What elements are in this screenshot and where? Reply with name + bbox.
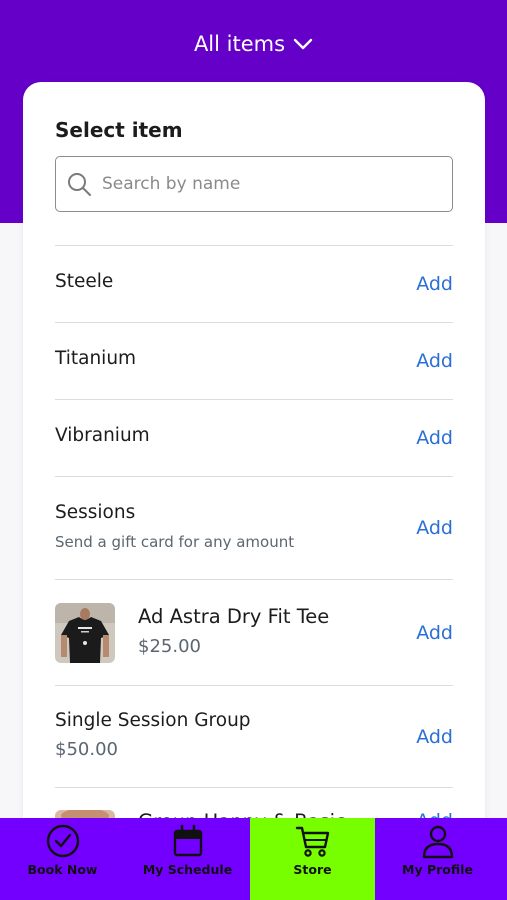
- nav-book-now[interactable]: Book Now: [0, 818, 125, 900]
- check-circle-icon: [46, 824, 79, 858]
- person-icon: [422, 825, 453, 859]
- search-icon: [68, 173, 91, 196]
- list-item: Vibranium Add: [55, 399, 453, 476]
- item-list: Steele Add Titanium Add Vibranium Add Se…: [55, 245, 453, 842]
- item-name: Steele: [55, 270, 114, 292]
- item-name: Sessions: [55, 501, 136, 523]
- item-price: $50.00: [55, 738, 118, 760]
- list-item: Steele Add: [55, 245, 453, 322]
- add-button[interactable]: Add: [416, 273, 453, 295]
- item-description: Send a gift card for any amount: [55, 532, 295, 551]
- product-thumbnail: [55, 602, 115, 663]
- nav-my-profile[interactable]: My Profile: [375, 818, 500, 900]
- list-item: Ad Astra Dry Fit Tee $25.00 Add: [55, 579, 453, 685]
- bottom-nav: Book Now My Schedule Store My Profile: [0, 818, 507, 900]
- nav-label: My Profile: [402, 862, 473, 877]
- add-button[interactable]: Add: [416, 427, 453, 449]
- nav-label: My Schedule: [142, 862, 233, 877]
- item-name: Ad Astra Dry Fit Tee: [138, 604, 330, 628]
- nav-store[interactable]: Store: [250, 818, 375, 900]
- calendar-icon: [173, 824, 202, 857]
- nav-label: Book Now: [27, 862, 98, 877]
- cart-icon: [295, 826, 329, 857]
- tshirt-image: [55, 602, 115, 663]
- add-button[interactable]: Add: [416, 517, 453, 539]
- category-dropdown[interactable]: All items: [0, 28, 507, 60]
- list-item: Single Session Group $50.00 Add: [55, 685, 453, 787]
- list-item: Sessions Send a gift card for any amount…: [55, 476, 453, 579]
- add-button[interactable]: Add: [416, 622, 453, 644]
- search-field[interactable]: [55, 156, 453, 212]
- category-dropdown-label: All items: [193, 32, 286, 56]
- chevron-down-icon: [293, 38, 313, 50]
- add-button[interactable]: Add: [416, 726, 453, 748]
- item-name: Titanium: [55, 347, 137, 369]
- nav-my-schedule[interactable]: My Schedule: [125, 818, 250, 900]
- search-input[interactable]: [102, 164, 432, 204]
- list-item: Titanium Add: [55, 322, 453, 399]
- item-price: $25.00: [138, 635, 201, 657]
- nav-label: Store: [293, 862, 332, 877]
- item-name: Vibranium: [55, 424, 150, 446]
- item-picker-card: Select item Steele Add Titanium Add Vibr…: [23, 82, 485, 842]
- item-name: Single Session Group: [55, 709, 251, 731]
- add-button[interactable]: Add: [416, 350, 453, 372]
- card-title: Select item: [55, 118, 183, 142]
